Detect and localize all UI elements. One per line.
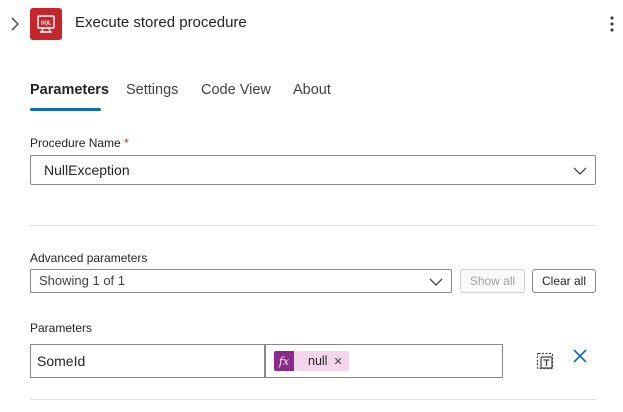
close-icon[interactable] [570,346,590,366]
tab-code-view[interactable]: Code View [201,82,271,98]
expand-chevron-icon[interactable] [8,15,22,33]
required-indicator: * [124,136,129,150]
parameter-key-value: SomeId [37,353,86,369]
advanced-parameters-value: Showing 1 of 1 [39,273,126,288]
procedure-name-label: Procedure Name * [30,136,129,150]
procedure-name-dropdown[interactable]: NullException [30,155,596,185]
parameter-key-input[interactable]: SomeId [30,344,265,378]
sql-connector-logo: SQL [30,8,62,40]
text-mode-icon[interactable] [535,351,555,371]
tab-about[interactable]: About [293,82,331,98]
parameter-value-input[interactable]: fx null ✕ [265,344,503,378]
show-all-button[interactable]: Show all [460,269,525,293]
chevron-down-icon [573,164,587,176]
remove-token-icon[interactable]: ✕ [333,355,348,368]
active-tab-indicator [30,108,101,111]
section-divider-bottom [30,399,596,400]
chevron-down-icon [429,275,443,287]
more-vertical-icon[interactable] [605,14,619,34]
token-value: null [308,354,328,368]
parameters-label: Parameters [30,321,93,335]
procedure-name-label-text: Procedure Name [30,136,121,150]
advanced-parameters-dropdown[interactable]: Showing 1 of 1 [30,269,452,293]
procedure-name-value: NullException [44,162,130,178]
section-divider [30,225,596,226]
tab-parameters[interactable]: Parameters [30,82,109,98]
function-icon: fx [274,351,294,371]
expression-token[interactable]: fx null ✕ [274,351,349,371]
logo-text: SQL [41,21,51,27]
tab-settings[interactable]: Settings [126,82,178,98]
page-title: Execute stored procedure [75,14,247,31]
clear-all-button[interactable]: Clear all [532,269,596,293]
advanced-parameters-label: Advanced parameters [30,251,148,265]
